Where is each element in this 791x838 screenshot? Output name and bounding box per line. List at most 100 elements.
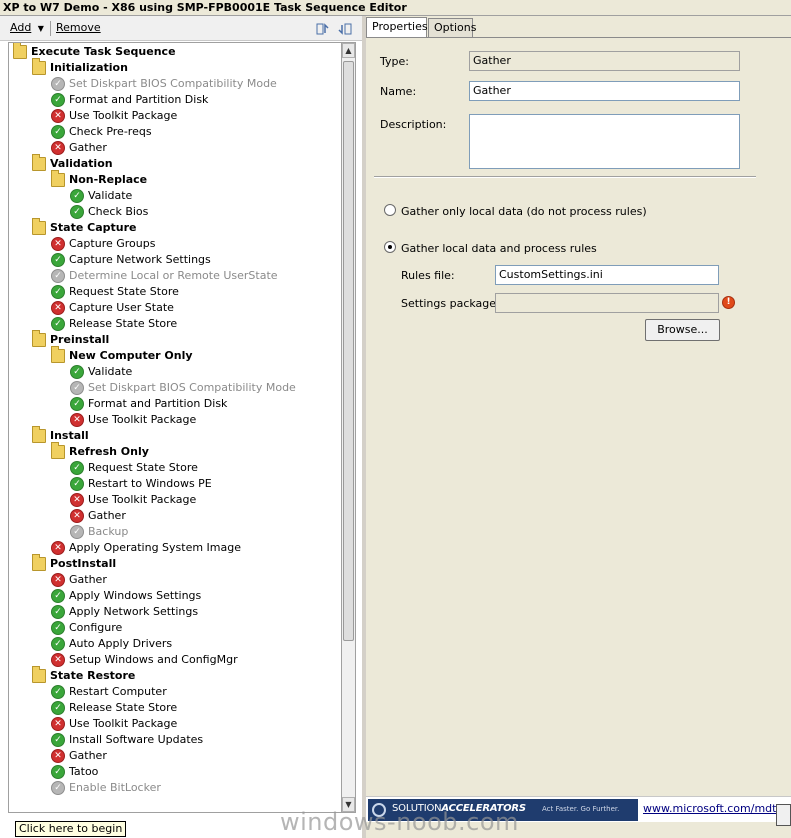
tree-item-label: Check Pre-reqs [69,125,152,138]
tree-item-label: Auto Apply Drivers [69,637,173,650]
check-icon [51,605,65,619]
folder-icon [32,554,46,571]
folder-icon [51,346,65,363]
move-up-icon[interactable] [315,21,331,37]
check-icon [51,317,65,331]
tab-properties[interactable]: Properties [366,17,428,38]
description-label: Description: [380,118,447,131]
radio-local-only[interactable] [384,204,396,216]
tree-item-label: Release State Store [69,701,178,714]
error-icon [51,573,65,587]
move-down-icon[interactable] [337,21,353,37]
check-icon [51,621,65,635]
disabled-step-icon [51,781,65,795]
remove-button[interactable]: Remove [56,21,101,37]
check-icon [51,637,65,651]
tree-item-label: Check Bios [88,205,149,218]
settings-package-label: Settings package: [401,297,500,310]
tree-item-label: Gather [88,509,126,522]
tree-item-label: Use Toolkit Package [69,109,178,122]
mdt-link[interactable]: www.microsoft.com/mdt [643,802,776,815]
error-icon [51,109,65,123]
tree-item-label: New Computer Only [69,349,193,362]
tab-options[interactable]: Options [428,18,476,38]
tree-item-label: Gather [69,749,107,762]
tree-item-label: Initialization [50,61,128,74]
properties-pane: Properties Options Type: Gather Name: Ga… [366,16,791,838]
type-label: Type: [380,55,409,68]
error-icon [70,493,84,507]
folder-icon [32,330,46,347]
watermark: windows-noob.com [280,808,519,836]
add-button-label: Add [10,21,32,34]
tree-item-label: Release State Store [69,317,178,330]
tree-item-label: Tatoo [69,765,99,778]
error-icon [70,509,84,523]
tree-scrollbar[interactable]: ▲ ▼ [341,42,356,813]
folder-icon [32,426,46,443]
add-button[interactable]: Add ▼ [10,21,44,37]
tree-item-label: Set Diskpart BIOS Compatibility Mode [69,77,277,90]
properties-panel: Type: Gather Name: Gather Description: G… [366,37,791,822]
tree-toolbar: Add ▼ Remove [0,16,362,41]
folder-icon [51,442,65,459]
check-icon [70,365,84,379]
tree-item-label: Determine Local or Remote UserState [69,269,278,282]
tree-item-label: Setup Windows and ConfigMgr [69,653,238,666]
tree-item-label: Request State Store [69,285,179,298]
radio-process-rules-label[interactable]: Gather local data and process rules [401,242,597,255]
check-icon [51,93,65,107]
radio-process-rules[interactable] [384,241,396,253]
error-icon [51,541,65,555]
tree-item-label: Refresh Only [69,445,149,458]
tree-item-label: Install Software Updates [69,733,204,746]
check-icon [51,765,65,779]
error-icon [51,237,65,251]
disabled-step-icon [70,525,84,539]
folder-icon [51,170,65,187]
brand-tagline: Act Faster. Go Further. [542,805,620,813]
check-icon [51,589,65,603]
tree-item-label: PostInstall [50,557,117,570]
scroll-thumb[interactable] [343,61,354,641]
error-icon [70,413,84,427]
tree-item-label: Gather [69,141,107,154]
scroll-up-icon[interactable]: ▲ [342,43,355,58]
corner-button[interactable] [776,804,791,826]
error-icon [51,749,65,763]
check-icon [51,253,65,267]
check-icon [70,461,84,475]
name-label: Name: [380,85,417,98]
divider [374,176,756,178]
rules-file-label: Rules file: [401,269,455,282]
description-field[interactable] [469,114,740,169]
disabled-step-icon [70,381,84,395]
browse-button[interactable]: Browse... [645,319,720,341]
tree-item-label: Validate [88,365,133,378]
tree-item-label: Use Toolkit Package [69,717,178,730]
task-sequence-tree[interactable]: Execute Task Sequence Initialization Set D… [8,42,341,813]
check-icon [70,189,84,203]
check-icon [51,733,65,747]
tree-item-label: State Capture [50,221,137,234]
rules-file-field[interactable]: CustomSettings.ini [495,265,719,285]
chevron-down-icon: ▼ [37,24,44,33]
check-icon [51,685,65,699]
tree-item-label: Validate [88,189,133,202]
tree-item-label: Set Diskpart BIOS Compatibility Mode [88,381,296,394]
start-tooltip[interactable]: Click here to begin [15,821,127,837]
tree-item-label: Apply Windows Settings [69,589,202,602]
folder-icon [32,154,46,171]
check-icon [51,701,65,715]
folder-icon [32,218,46,235]
tree-item-label: Backup [88,525,129,538]
settings-package-field [495,293,719,313]
task-sequence-pane: Add ▼ Remove Execute Task Sequence Initia… [0,16,362,838]
folder-icon [32,666,46,683]
radio-local-only-label[interactable]: Gather only local data (do not process r… [401,205,647,218]
name-field[interactable]: Gather [469,81,740,101]
check-icon [51,125,65,139]
tree-item-label: State Restore [50,669,136,682]
type-field: Gather [469,51,740,71]
tree-item-label: Enable BitLocker [69,781,161,794]
